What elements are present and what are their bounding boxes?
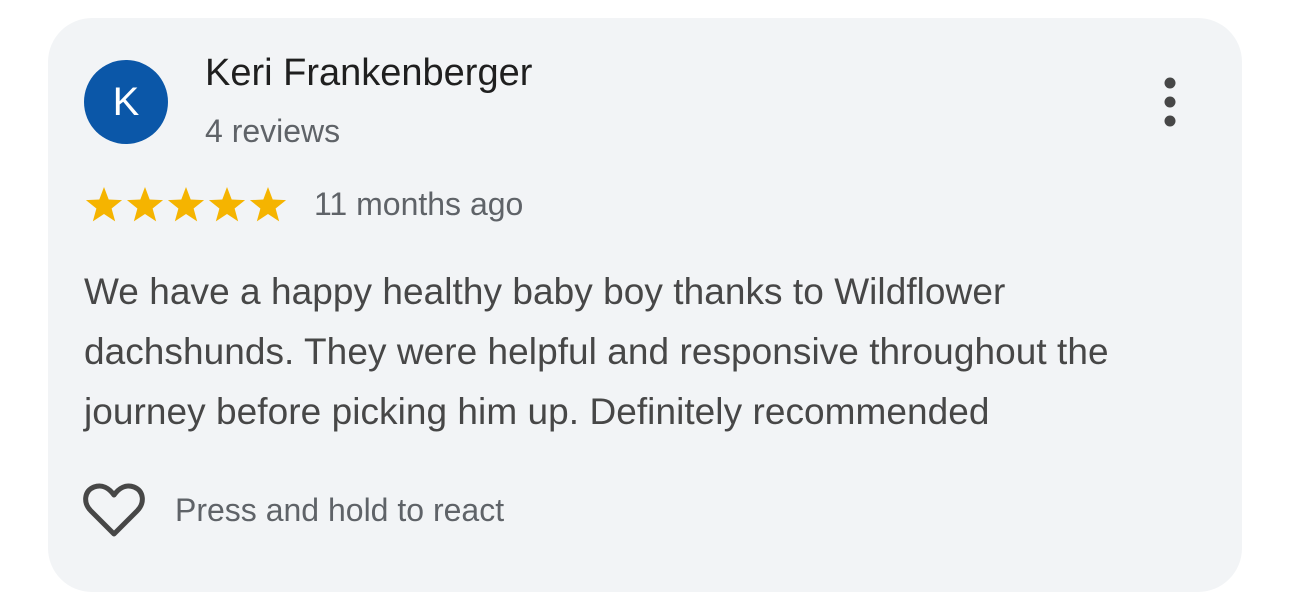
react-button[interactable]: Press and hold to react [82, 480, 602, 542]
star-rating [85, 187, 287, 222]
star-icon [249, 187, 287, 222]
more-options-button[interactable] [1148, 72, 1192, 134]
star-icon [208, 187, 246, 222]
review-date: 11 months ago [314, 186, 524, 222]
more-vert-icon [1164, 77, 1176, 127]
review-text: We have a happy healthy baby boy thanks … [84, 271, 1109, 432]
author-name[interactable]: Keri Frankenberger [205, 52, 532, 95]
star-icon [85, 187, 123, 222]
star-icon [167, 187, 205, 222]
react-label: Press and hold to react [175, 492, 505, 528]
heart-outline-icon [83, 483, 145, 537]
star-icon [126, 187, 164, 222]
author-review-count: 4 reviews [205, 113, 341, 149]
avatar[interactable]: K [84, 60, 168, 144]
